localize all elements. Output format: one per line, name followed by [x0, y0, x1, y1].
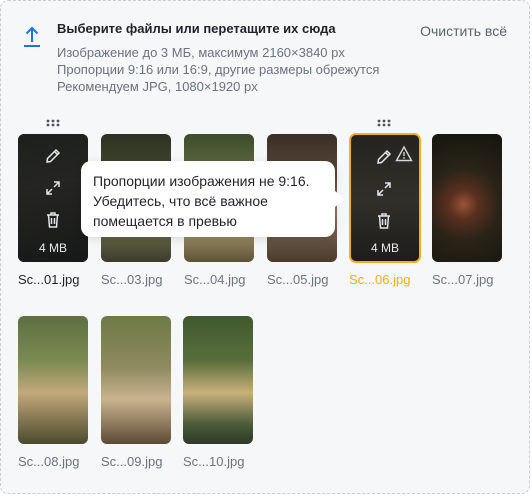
drag-handle-icon[interactable] [377, 119, 391, 127]
file-name: Sc...01.jpg [18, 272, 80, 287]
expand-icon[interactable] [43, 178, 63, 198]
warning-icon[interactable] [395, 145, 413, 163]
file-upload-dropzone[interactable]: Выберите файлы или перетащите их сюда Оч… [0, 0, 530, 494]
hint-ratio: Пропорции 9:16 или 16:9, другие размеры … [57, 62, 380, 77]
file-name: Sc...09.jpg [101, 454, 163, 469]
tooltip-text: Пропорции изображения не 9:16. Убедитесь… [93, 173, 310, 229]
edit-icon[interactable] [43, 146, 63, 166]
upload-icon[interactable] [21, 25, 43, 49]
file-name: Sc...10.jpg [183, 454, 245, 469]
drag-handle-icon[interactable] [46, 119, 60, 127]
file-name: Sc...07.jpg [432, 272, 494, 287]
aspect-ratio-warning-tooltip: Пропорции изображения не 9:16. Убедитесь… [81, 161, 345, 237]
trash-icon[interactable] [374, 211, 394, 231]
file-name: Sc...05.jpg [267, 272, 329, 287]
image-thumbnail[interactable]: 4 MB [18, 134, 88, 262]
image-thumbnail[interactable] [101, 316, 171, 444]
hint-size: Изображение до 3 МБ, максимум 2160×3840 … [57, 45, 345, 60]
file-size: 4 MB [38, 241, 67, 255]
image-thumbnail-selected[interactable]: 4 MB [349, 133, 421, 263]
clear-all-button[interactable]: Очистить всё [420, 23, 507, 39]
expand-icon[interactable] [374, 179, 394, 199]
edit-icon[interactable] [374, 147, 394, 167]
hint-format: Рекомендуем JPG, 1080×1920 px [57, 79, 258, 94]
file-name: Sc...04.jpg [184, 272, 246, 287]
image-thumbnail[interactable] [18, 316, 88, 444]
trash-icon[interactable] [43, 210, 63, 230]
file-name: Sc...06.jpg [349, 272, 411, 287]
file-name: Sc...03.jpg [101, 272, 163, 287]
file-size: 4 MB [370, 241, 399, 255]
dropzone-title[interactable]: Выберите файлы или перетащите их сюда [57, 21, 336, 36]
image-thumbnail[interactable] [183, 316, 253, 444]
file-name: Sc...08.jpg [18, 454, 80, 469]
image-thumbnail[interactable] [432, 134, 502, 262]
